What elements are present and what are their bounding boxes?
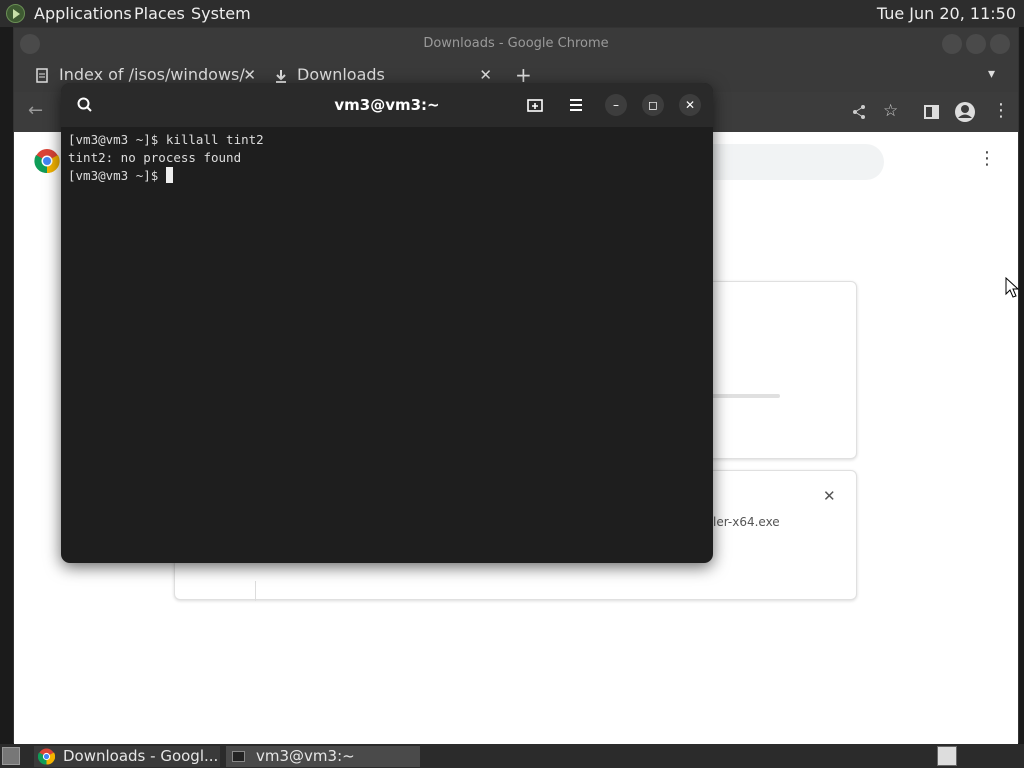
terminal-icon bbox=[232, 751, 245, 762]
share-icon[interactable] bbox=[851, 104, 867, 120]
show-desktop-icon[interactable] bbox=[2, 747, 20, 765]
new-tab-icon[interactable] bbox=[527, 97, 544, 113]
terminal-headerbar[interactable]: vm3@vm3:~ – ◻ ✕ bbox=[61, 83, 713, 127]
side-panel-icon[interactable] bbox=[924, 104, 940, 120]
chrome-window-title: Downloads - Google Chrome bbox=[423, 36, 609, 51]
top-panel: Applications Places System Tue Jun 20, 1… bbox=[0, 0, 1024, 27]
notes-applet-icon[interactable] bbox=[937, 746, 957, 766]
terminal-output[interactable]: [vm3@vm3 ~]$ killall tint2 tint2: no pro… bbox=[61, 127, 713, 563]
taskbar-item-label: vm3@vm3:~ bbox=[256, 747, 355, 765]
terminal-window: vm3@vm3:~ – ◻ ✕ [vm3@vm3 ~]$ killall tin… bbox=[61, 83, 713, 563]
tab-search-chevron-icon[interactable]: ▾ bbox=[988, 66, 995, 82]
search-downloads-field[interactable] bbox=[694, 144, 884, 180]
menu-places[interactable]: Places bbox=[134, 4, 185, 23]
window-menu-button[interactable] bbox=[20, 34, 40, 54]
terminal-prompt: [vm3@vm3 ~]$ bbox=[68, 168, 166, 183]
menu-applications[interactable]: Applications bbox=[34, 4, 132, 23]
terminal-prompt-line: [vm3@vm3 ~]$ bbox=[68, 167, 706, 185]
page-menu-kebab-icon[interactable]: ⋮ bbox=[978, 148, 996, 169]
bottom-taskbar: Downloads - Googl... vm3@vm3:~ bbox=[0, 744, 1024, 768]
terminal-line: [vm3@vm3 ~]$ killall tint2 bbox=[68, 132, 264, 147]
chrome-menu-kebab-icon[interactable]: ⋮ bbox=[992, 100, 1010, 121]
bookmark-star-icon[interactable]: ☆ bbox=[883, 101, 898, 121]
download-progress-bar bbox=[710, 394, 780, 398]
mouse-pointer-icon bbox=[1005, 277, 1019, 298]
taskbar-item-label: Downloads - Googl... bbox=[63, 747, 219, 765]
chrome-logo-icon bbox=[34, 149, 60, 174]
back-arrow-icon[interactable]: ← bbox=[28, 100, 43, 121]
chrome-titlebar[interactable]: Downloads - Google Chrome bbox=[14, 28, 1018, 60]
file-icon bbox=[36, 68, 48, 83]
maximize-icon[interactable]: ◻ bbox=[642, 94, 664, 116]
menu-system[interactable]: System bbox=[191, 4, 251, 23]
taskbar-item-chrome[interactable]: Downloads - Googl... bbox=[34, 746, 220, 767]
close-icon[interactable]: ✕ bbox=[679, 94, 701, 116]
maximize-button[interactable] bbox=[966, 34, 986, 54]
close-button[interactable] bbox=[990, 34, 1010, 54]
text-cursor bbox=[165, 167, 173, 183]
hamburger-menu-icon[interactable] bbox=[569, 98, 583, 112]
taskbar-item-terminal[interactable]: vm3@vm3:~ bbox=[226, 746, 420, 767]
download-icon bbox=[276, 70, 286, 83]
chrome-icon bbox=[38, 748, 55, 765]
download-file-name[interactable]: ler-x64.exe bbox=[713, 515, 780, 529]
panel-clock[interactable]: Tue Jun 20, 11:50 bbox=[877, 4, 1016, 23]
profile-avatar-icon[interactable] bbox=[954, 101, 976, 123]
minimize-icon[interactable]: – bbox=[605, 94, 627, 116]
gnome-foot-icon[interactable] bbox=[6, 4, 25, 23]
remove-download-icon[interactable]: ✕ bbox=[823, 487, 836, 505]
minimize-button[interactable] bbox=[942, 34, 962, 54]
terminal-line: tint2: no process found bbox=[68, 150, 242, 165]
